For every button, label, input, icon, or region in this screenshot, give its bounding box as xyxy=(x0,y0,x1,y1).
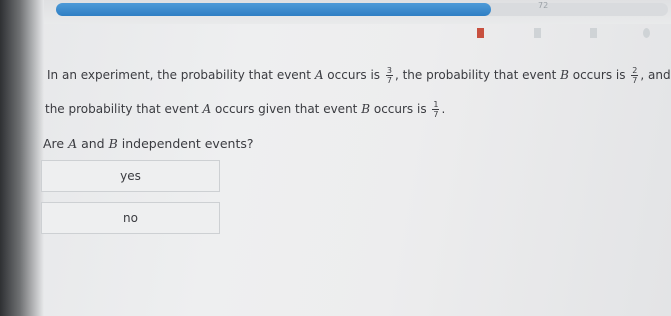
fraction-p-b: 27 xyxy=(631,66,639,85)
progress-fill xyxy=(56,3,491,16)
answer-yes-button[interactable]: yes xyxy=(41,160,220,192)
fraction-p-a: 37 xyxy=(385,66,393,85)
answer-no-button[interactable]: no xyxy=(41,202,220,234)
step-marker xyxy=(590,28,597,38)
fraction-p-a-given-b: 17 xyxy=(432,100,440,119)
progress-bar: 72 xyxy=(56,1,668,16)
step-marker xyxy=(534,28,541,38)
step-marker xyxy=(643,28,650,38)
bookmark-icon[interactable] xyxy=(477,28,484,38)
problem-line-1: In an experiment, the probability that e… xyxy=(47,66,671,85)
left-edge-shadow xyxy=(0,0,44,316)
question-text: Are A and B independent events? xyxy=(43,136,254,151)
progress-label: 72 xyxy=(538,1,549,10)
problem-line-2: the probability that event A occurs give… xyxy=(45,100,446,119)
